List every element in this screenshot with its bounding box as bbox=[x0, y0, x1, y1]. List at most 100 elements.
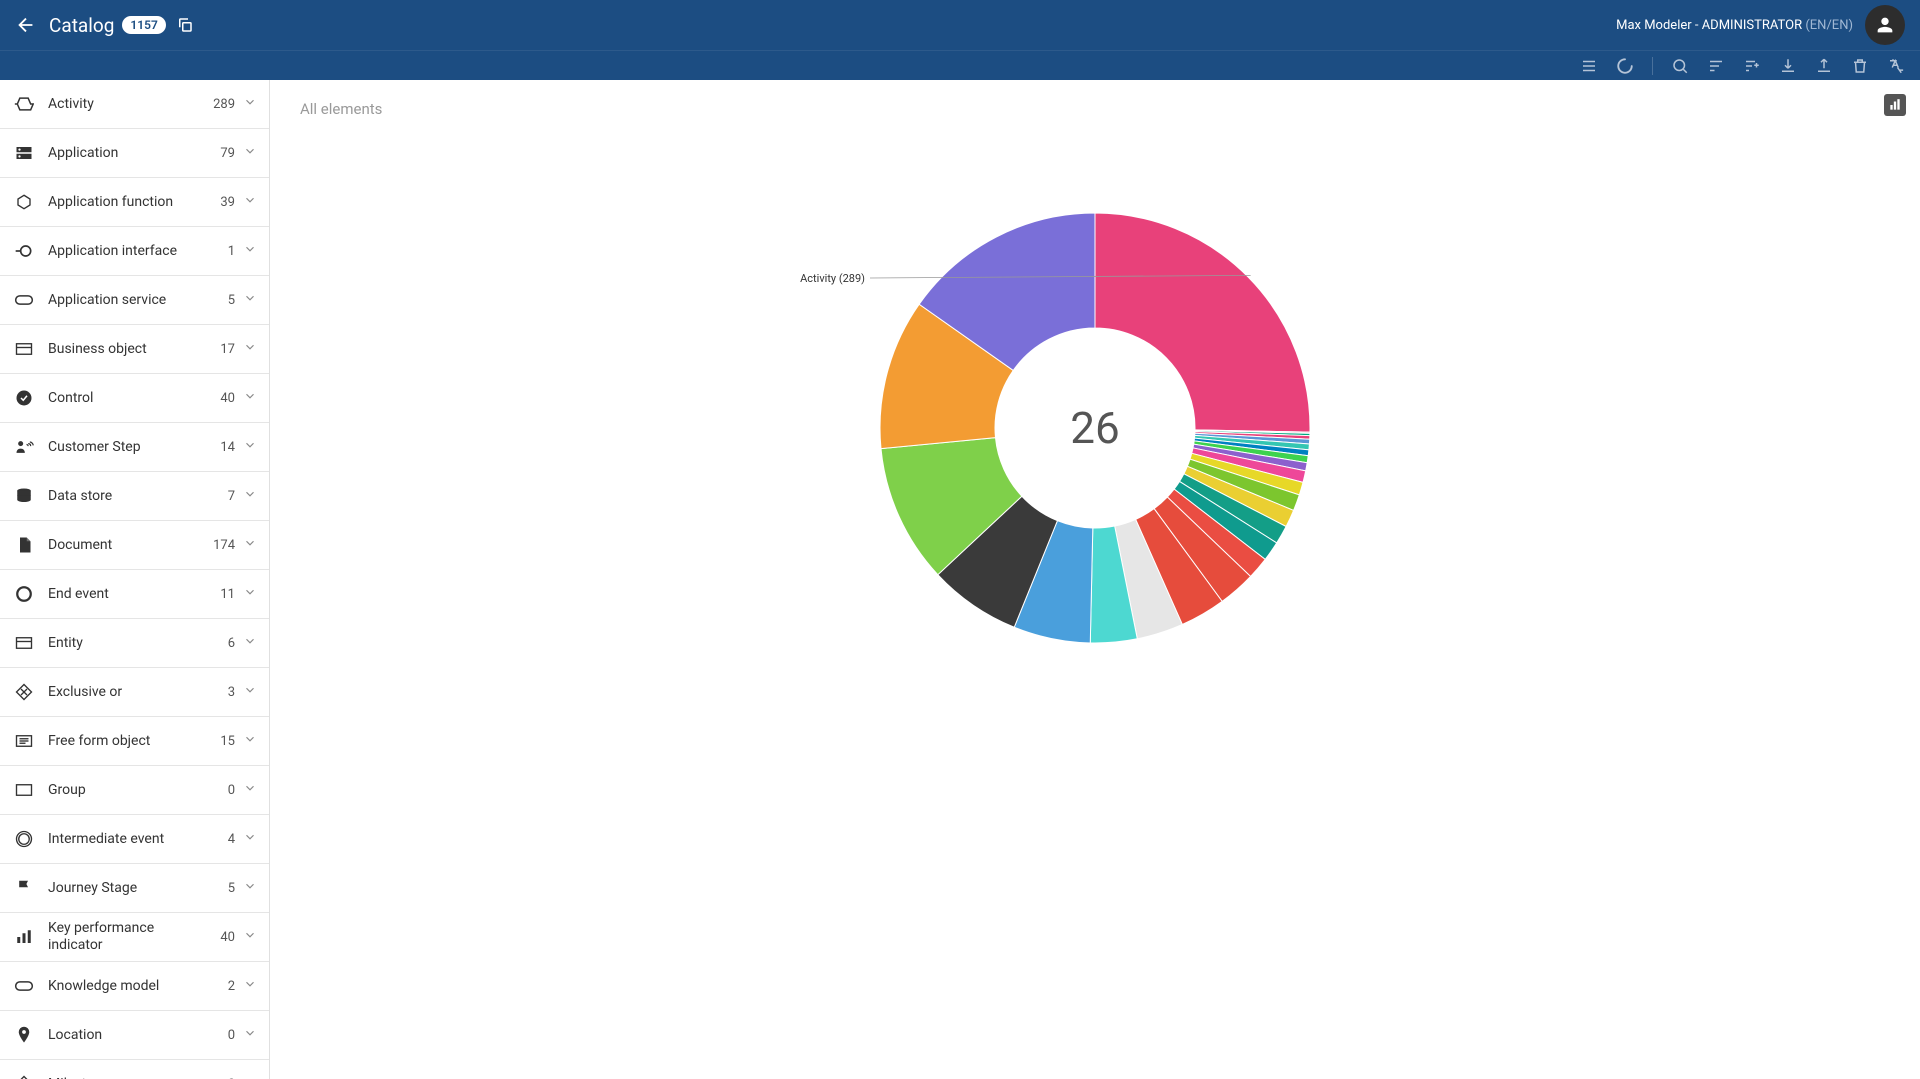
avatar[interactable] bbox=[1865, 5, 1905, 45]
sidebar-item-count: 3 bbox=[209, 685, 235, 700]
chevron-down-icon bbox=[243, 536, 257, 554]
search-icon[interactable] bbox=[1671, 57, 1689, 75]
chart-center-value: 26 bbox=[1070, 402, 1119, 454]
sidebar-item-document[interactable]: Document 174 bbox=[0, 521, 269, 570]
document-icon bbox=[12, 536, 36, 554]
sidebar-item-kpi[interactable]: Key performance indicator 40 bbox=[0, 913, 269, 962]
sidebar-item-count: 5 bbox=[209, 881, 235, 896]
sidebar-item-bizobj[interactable]: Business object 17 bbox=[0, 325, 269, 374]
sidebar-item-label: Application function bbox=[48, 194, 209, 211]
sidebar-item-custstep[interactable]: Customer Step 14 bbox=[0, 423, 269, 472]
chevron-down-icon bbox=[243, 830, 257, 848]
chevron-down-icon bbox=[243, 634, 257, 652]
app-icon bbox=[12, 145, 36, 161]
toolbar bbox=[0, 50, 1920, 80]
sidebar-item-count: 15 bbox=[209, 734, 235, 749]
arrow-left-icon bbox=[15, 14, 37, 36]
sidebar-item-label: Control bbox=[48, 390, 209, 407]
sidebar-item-label: Document bbox=[48, 537, 209, 554]
chart-container: 26 Activity (289) bbox=[300, 128, 1890, 728]
sidebar-item-group[interactable]: Group 0 bbox=[0, 766, 269, 815]
sort-icon[interactable] bbox=[1707, 57, 1725, 75]
sidebar-item-count: 7 bbox=[209, 489, 235, 504]
sidebar-item-label: Journey Stage bbox=[48, 880, 209, 897]
toolbar-separator bbox=[1652, 57, 1653, 75]
chevron-down-icon bbox=[243, 1075, 257, 1079]
sidebar-item-label: Business object bbox=[48, 341, 209, 358]
header: Catalog 1157 Max Modeler - ADMINISTRATOR… bbox=[0, 0, 1920, 50]
chart-view-button[interactable] bbox=[1884, 94, 1906, 116]
sidebar-item-entity[interactable]: Entity 6 bbox=[0, 619, 269, 668]
location-icon bbox=[12, 1026, 36, 1044]
sidebar-item-endevent[interactable]: End event 11 bbox=[0, 570, 269, 619]
custstep-icon bbox=[12, 439, 36, 455]
sidebar-item-appif[interactable]: Application interface 1 bbox=[0, 227, 269, 276]
chevron-down-icon bbox=[243, 487, 257, 505]
chevron-down-icon bbox=[243, 144, 257, 162]
sidebar-item-intevent[interactable]: Intermediate event 4 bbox=[0, 815, 269, 864]
sidebar-item-label: Activity bbox=[48, 96, 209, 113]
sidebar-item-exclusive[interactable]: Exclusive or 3 bbox=[0, 668, 269, 717]
sidebar-item-label: Milestone bbox=[48, 1076, 209, 1079]
copy-icon bbox=[176, 16, 194, 34]
chevron-down-icon bbox=[243, 340, 257, 358]
download-icon[interactable] bbox=[1779, 57, 1797, 75]
filter-add-icon[interactable] bbox=[1743, 57, 1761, 75]
page-title: Catalog bbox=[49, 14, 114, 37]
delete-icon[interactable] bbox=[1851, 57, 1869, 75]
sidebar-item-label: Application service bbox=[48, 292, 209, 309]
sidebar-item-label: Knowledge model bbox=[48, 978, 209, 995]
chart-slice[interactable] bbox=[1095, 213, 1310, 432]
group-icon bbox=[12, 783, 36, 797]
datastore-icon bbox=[12, 487, 36, 505]
sidebar-item-count: 0 bbox=[209, 1028, 235, 1043]
list-icon[interactable] bbox=[1580, 57, 1598, 75]
sidebar-item-location[interactable]: Location 0 bbox=[0, 1011, 269, 1060]
sidebar-item-label: Entity bbox=[48, 635, 209, 652]
sidebar-item-knowledge[interactable]: Knowledge model 2 bbox=[0, 962, 269, 1011]
knowledge-icon bbox=[12, 980, 36, 992]
sidebar-item-app[interactable]: Application 79 bbox=[0, 129, 269, 178]
sidebar: Activity 289 Application 79 Application … bbox=[0, 80, 270, 1079]
sidebar-item-label: Group bbox=[48, 782, 209, 799]
sidebar-item-freeform[interactable]: Free form object 15 bbox=[0, 717, 269, 766]
sidebar-item-journey[interactable]: Journey Stage 5 bbox=[0, 864, 269, 913]
chart-icon bbox=[1888, 98, 1902, 112]
sidebar-item-count: 174 bbox=[209, 538, 235, 553]
back-button[interactable] bbox=[15, 14, 37, 36]
exclusive-icon bbox=[12, 683, 36, 701]
sidebar-item-count: 4 bbox=[209, 832, 235, 847]
user-name: Max Modeler - ADMINISTRATOR bbox=[1616, 18, 1802, 33]
sidebar-item-label: End event bbox=[48, 586, 209, 603]
sidebar-item-label: Free form object bbox=[48, 733, 209, 750]
sidebar-item-control[interactable]: Control 40 bbox=[0, 374, 269, 423]
copy-button[interactable] bbox=[176, 16, 194, 34]
sidebar-item-appfunc[interactable]: Application function 39 bbox=[0, 178, 269, 227]
sidebar-item-count: 39 bbox=[209, 195, 235, 210]
chevron-down-icon bbox=[243, 879, 257, 897]
sidebar-item-activity[interactable]: Activity 289 bbox=[0, 80, 269, 129]
control-icon bbox=[12, 389, 36, 407]
sidebar-item-count: 0 bbox=[209, 783, 235, 798]
sidebar-item-datastore[interactable]: Data store 7 bbox=[0, 472, 269, 521]
sidebar-item-milestone[interactable]: Milestone 0 bbox=[0, 1060, 269, 1079]
endevent-icon bbox=[12, 585, 36, 603]
chevron-down-icon bbox=[243, 193, 257, 211]
chevron-down-icon bbox=[243, 683, 257, 701]
sidebar-item-count: 17 bbox=[209, 342, 235, 357]
chevron-down-icon bbox=[243, 291, 257, 309]
sidebar-item-count: 14 bbox=[209, 440, 235, 455]
sidebar-item-appsvc[interactable]: Application service 5 bbox=[0, 276, 269, 325]
loading-icon[interactable] bbox=[1616, 57, 1634, 75]
chevron-down-icon bbox=[243, 928, 257, 946]
chevron-down-icon bbox=[243, 732, 257, 750]
sidebar-item-label: Application bbox=[48, 145, 209, 162]
user-lang: (EN/EN) bbox=[1805, 18, 1853, 33]
translate-icon[interactable] bbox=[1887, 57, 1905, 75]
activity-icon bbox=[12, 96, 36, 112]
chevron-down-icon bbox=[243, 242, 257, 260]
appsvc-icon bbox=[12, 294, 36, 306]
chevron-down-icon bbox=[243, 585, 257, 603]
upload-icon[interactable] bbox=[1815, 57, 1833, 75]
chevron-down-icon bbox=[243, 1026, 257, 1044]
